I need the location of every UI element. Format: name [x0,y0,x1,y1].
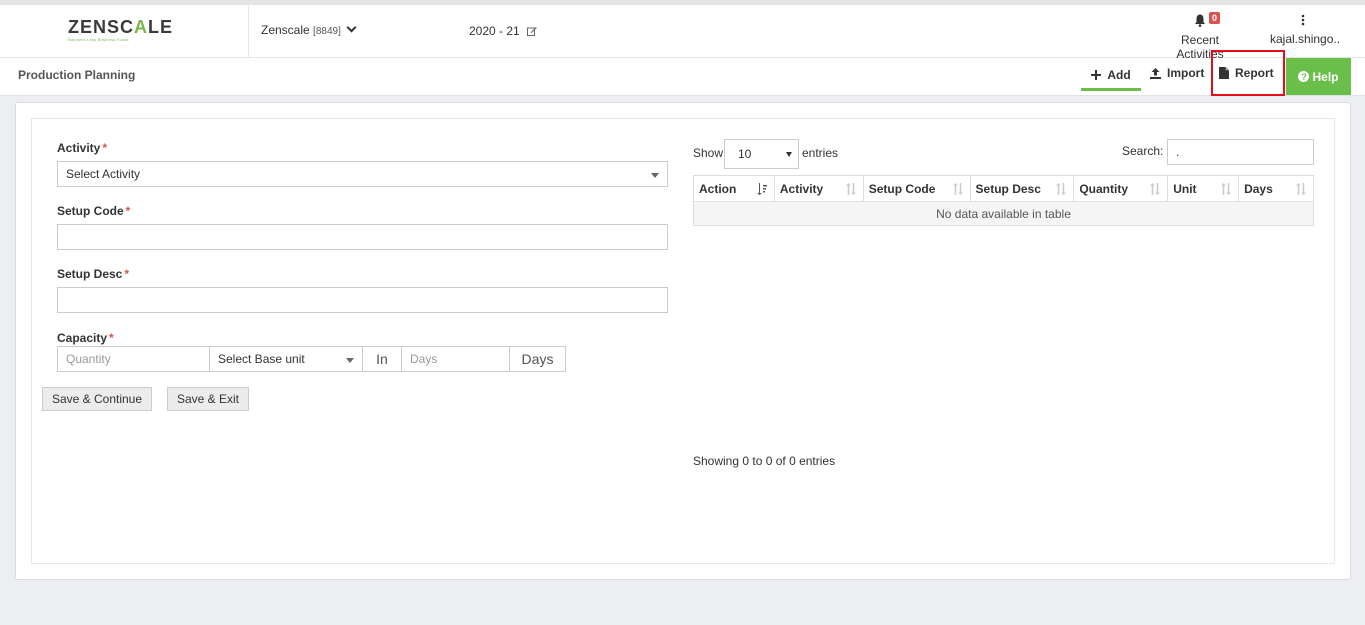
caret-down-icon [786,152,792,157]
sort-icon [845,183,856,195]
days-input[interactable]: Days [401,346,511,372]
sort-icon [1150,183,1161,195]
chevron-down-icon [346,22,357,33]
search-input-value: . [1176,145,1180,159]
header-divider [248,5,249,58]
help-label: Help [1312,69,1339,84]
days-placeholder: Days [410,352,438,366]
days-addon: Days [509,346,566,372]
top-navbar: ZENSCALE Business Less Business Focus Ze… [0,0,1365,61]
add-label: Add [1107,67,1131,82]
column-header-quantity[interactable]: Quantity [1073,175,1169,202]
column-header-unit[interactable]: Unit [1167,175,1240,202]
page-length-value: 10 [738,147,752,161]
table-info: Showing 0 to 0 of 0 entries [693,454,836,468]
column-header-days[interactable]: Days [1238,175,1314,202]
column-header-activity[interactable]: Activity [773,175,864,202]
financial-year-label: 2020 - 21 [469,24,520,38]
activity-label: Activity * [57,141,108,155]
capacity-label: Capacity * [57,331,114,345]
setup-desc-input[interactable] [57,287,668,313]
quantity-placeholder: Quantity [66,352,111,366]
page-length-select[interactable]: 10 [724,139,799,169]
add-tab[interactable]: Add [1081,61,1141,91]
report-highlight-box [1211,50,1285,96]
page-title: Production Planning [18,68,136,82]
sort-icon [1056,183,1067,195]
quantity-input[interactable]: Quantity [57,346,210,372]
data-table: Action Activity Setup Code Setup Desc Qu… [693,175,1314,226]
sort-asc-icon [756,183,767,195]
help-button[interactable]: ? Help [1286,58,1351,95]
base-unit-value: Select Base unit [218,352,305,366]
edit-icon[interactable] [527,26,537,36]
question-circle-icon: ? [1298,71,1310,82]
setup-code-input[interactable] [57,224,668,250]
sort-icon [1296,183,1306,195]
user-menu[interactable]: kajal.shingo.. [1270,14,1341,46]
import-tab[interactable]: Import [1150,66,1204,80]
sort-icon [1221,183,1232,195]
column-header-setup-code[interactable]: Setup Code [862,175,971,202]
plus-icon [1091,69,1102,80]
save-exit-button[interactable]: Save & Exit [167,387,249,411]
show-label: Show [693,146,724,160]
table-header-row: Action Activity Setup Code Setup Desc Qu… [693,175,1314,202]
activity-select-value: Select Activity [66,167,141,181]
zenscale-logo[interactable]: ZENSCALE Business Less Business Focus [68,17,180,47]
import-label: Import [1167,66,1205,80]
entries-label: entries [802,146,839,160]
activity-select[interactable]: Select Activity [57,161,668,187]
caret-down-icon [651,173,659,178]
financial-year[interactable]: 2020 - 21 [469,24,537,38]
setup-code-label: Setup Code * [57,204,131,218]
company-selector[interactable]: Zenscale [8849] [261,22,357,37]
page-toolbar: Production Planning Add Import Report ? … [0,50,1365,96]
company-code: [8849] [313,26,341,37]
column-header-action[interactable]: Action [693,175,775,202]
table-row: No data available in table [693,201,1314,226]
company-name: Zenscale [261,23,310,37]
notification-badge: 0 [1209,12,1221,24]
kebab-menu-icon [1301,14,1305,26]
search-label: Search: [1122,144,1164,158]
user-name: kajal.shingo.. [1270,32,1341,46]
upload-icon [1150,67,1161,79]
setup-desc-label: Setup Desc * [57,267,130,281]
bell-icon [1195,14,1205,27]
caret-down-icon [346,358,354,363]
save-continue-button[interactable]: Save & Continue [42,387,152,411]
logo-wordmark: ZENSCALE [68,17,174,37]
search-input[interactable]: . [1167,139,1314,165]
empty-table-message: No data available in table [693,201,1314,226]
column-header-setup-desc[interactable]: Setup Desc [969,175,1075,202]
in-addon: In [362,346,402,372]
sort-icon [952,183,963,195]
base-unit-select[interactable]: Select Base unit [209,346,363,372]
